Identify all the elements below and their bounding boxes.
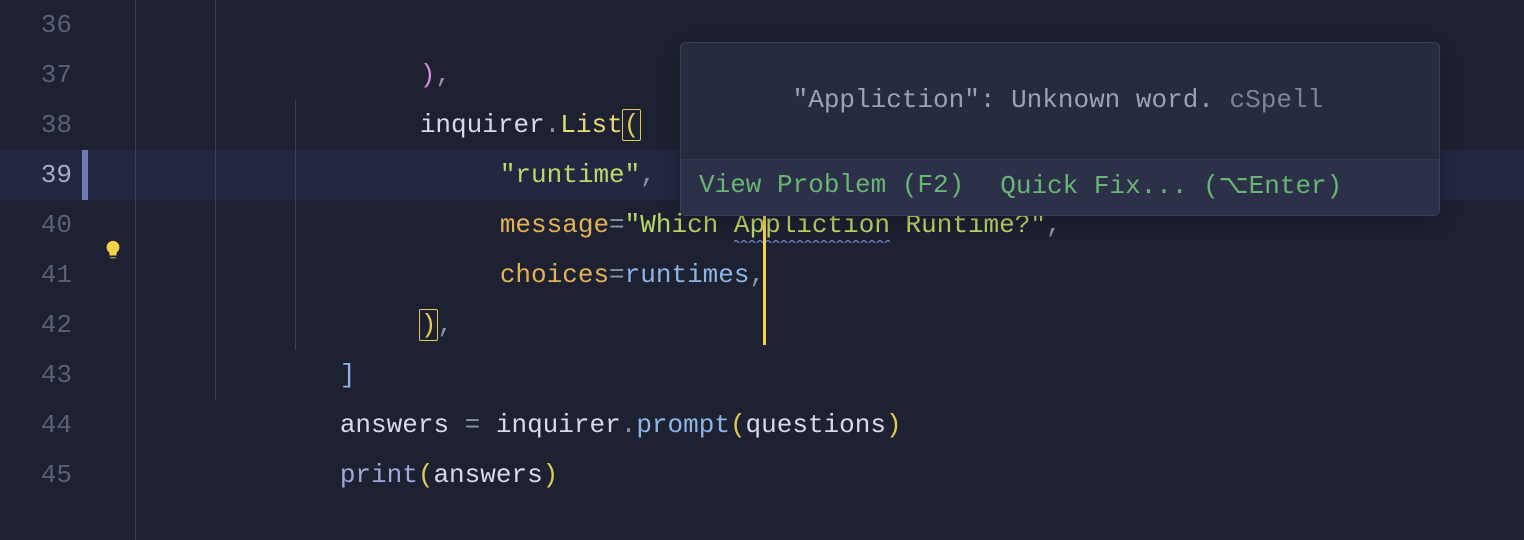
code-line[interactable]: 44 print(answers) (0, 400, 1524, 450)
view-problem-link[interactable]: View Problem (F2) (699, 170, 964, 201)
diagnostic-message: "Appliction": Unknown word. cSpell (681, 43, 1439, 159)
diagnostic-hover[interactable]: "Appliction": Unknown word. cSpell View … (680, 42, 1440, 216)
diagnostic-text: Unknown word. (1011, 85, 1214, 115)
diagnostic-text: "Appliction": (793, 85, 1011, 115)
code-line[interactable]: 45 (0, 450, 1524, 500)
code-line[interactable]: 41 ), (0, 250, 1524, 300)
code-line[interactable]: 42 ] (0, 300, 1524, 350)
code-line[interactable]: 43 answers = inquirer.prompt(questions) (0, 350, 1524, 400)
diagnostic-actions: View Problem (F2) Quick Fix... (⌥Enter) (681, 159, 1439, 215)
code-editor[interactable]: 36 ), 37 inquirer.List( 38 (0, 0, 1524, 540)
diagnostic-source: cSpell (1214, 85, 1323, 115)
quick-fix-link[interactable]: Quick Fix... (⌥Enter) (1000, 170, 1342, 201)
glyph-margin (90, 450, 135, 500)
line-number: 45 (0, 450, 90, 500)
